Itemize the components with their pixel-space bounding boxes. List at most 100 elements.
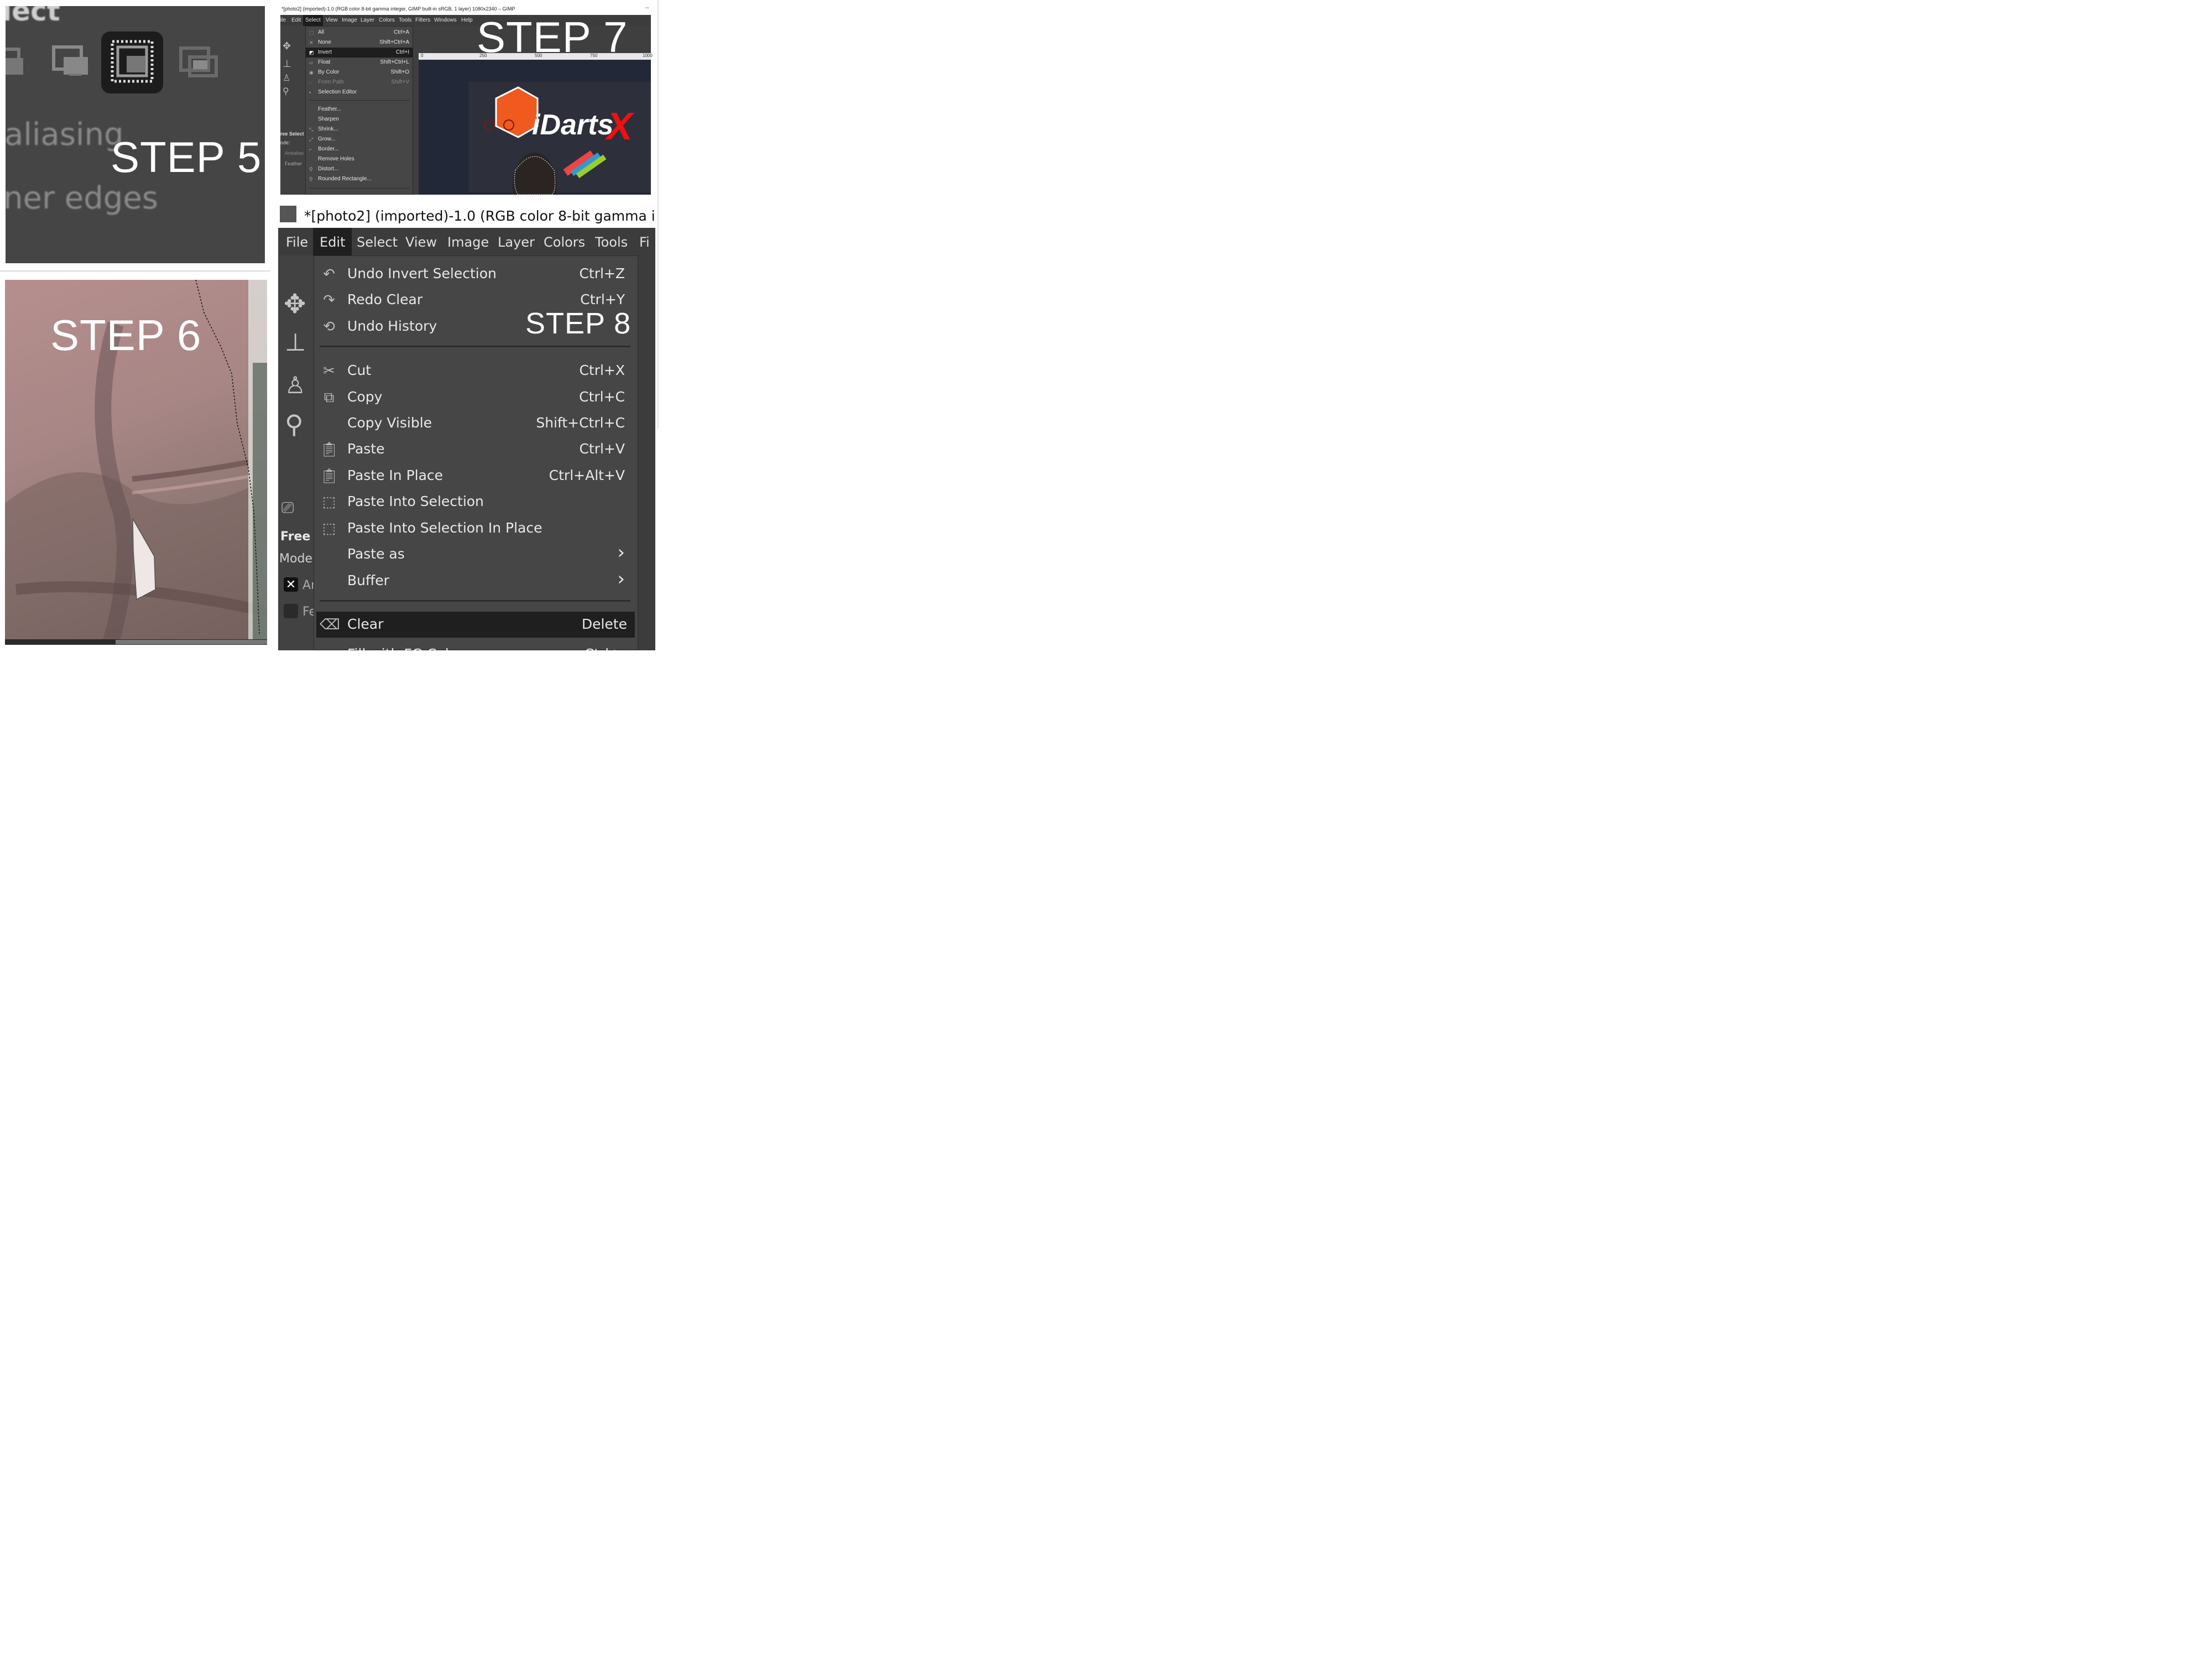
path-icon: ◌ [309,80,312,85]
menu-item-copy[interactable]: ⧉ Copy Ctrl+C [314,384,635,410]
menu-edit[interactable]: Edit [291,17,301,23]
photo-canvas[interactable]: iDarts X [419,60,651,195]
menu-tools[interactable]: Tools [595,234,628,250]
menu-item-label: Sharpen [318,116,339,122]
step-label: STEP 5 [111,133,262,181]
menu-item-label: Float [318,59,331,65]
menu-item-fill-fg[interactable]: ■ Fill with FG Color Ctrl+, [314,641,635,650]
menu-item-selection-editor[interactable]: ▪ Selection Editor [306,87,414,97]
menu-layer[interactable]: Layer [498,234,535,250]
menu-colors[interactable]: Colors [544,234,585,250]
menu-item-paste-as[interactable]: Paste as › [314,541,635,567]
tool-options-tab-icon[interactable]: ⎚ [281,499,294,517]
menu-separator [309,188,410,189]
menu-help[interactable]: Help [461,17,473,23]
menu-item-rounded-rectangle[interactable]: ⚲ Rounded Rectangle... [306,174,414,184]
menu-item-remove-holes[interactable]: Remove Holes [306,154,414,164]
mode-subtract-button[interactable] [101,32,163,93]
menu-item-cut[interactable]: ✂ Cut Ctrl+X [314,358,635,384]
antialias-checkbox[interactable]: ✕ [284,577,298,592]
menu-item-shortcut: Ctrl+Y [580,291,625,307]
move-tool-icon[interactable]: ✥ [284,289,306,320]
menu-item-label: Remove Holes [318,156,354,162]
menu-select[interactable]: Select [357,234,398,250]
menu-item-label: Undo History [347,318,437,334]
menu-item-none[interactable]: ✕ None Shift+Ctrl+A [306,38,414,48]
menu-item-float[interactable]: ▱ Float Shift+Ctrl+L [306,58,414,67]
invert-icon: ◩ [309,50,314,55]
menu-item-label: Fill with FG Color [347,646,463,650]
menu-item-sharpen[interactable]: Sharpen [306,114,414,124]
menu-item-distort[interactable]: ⚲ Distort... [306,164,414,174]
menu-tools[interactable]: Tools [399,17,411,23]
feather-checkbox[interactable] [284,604,298,618]
menu-edit[interactable]: Edit [313,228,352,255]
menu-item-from-path[interactable]: ◌ From Path Shift+V [306,77,414,87]
paste-icon: 📋︎ [320,467,338,484]
menu-separator [309,100,410,101]
menu-item-clear[interactable]: ⌫ Clear Delete [316,612,635,638]
menu-item-label: Paste Into Selection In Place [347,520,542,536]
submenu-arrow-icon: › [617,541,625,564]
menu-item-label: Border... [318,146,339,152]
menu-item-shortcut: Ctrl+A [393,29,409,35]
menu-filters[interactable]: Filters [415,17,430,23]
menu-item-label: Feather... [318,106,342,112]
menu-item-label: Paste [347,441,385,457]
select-none-icon: ✕ [309,40,314,45]
menu-item-label: From Path [318,79,344,85]
clone-tool-icon[interactable]: ♙ [283,72,290,84]
minimize-icon[interactable]: _ [645,1,649,8]
menu-view[interactable]: View [405,234,437,250]
menu-item-label: Grow... [318,136,336,142]
menu-item-buffer[interactable]: Buffer › [314,568,635,594]
mode-intersect-button[interactable] [174,40,224,90]
menu-item-grow[interactable]: ⤢ Grow... [306,134,414,144]
menu-item-paste-into-selection[interactable]: ⬚ Paste Into Selection [314,489,635,515]
copy-icon: ⧉ [324,389,335,405]
menu-file[interactable]: ile [280,17,286,23]
mode-label: ode: [280,140,290,145]
zoom-tool-icon[interactable]: ⚲ [283,86,289,97]
menu-layer[interactable]: Layer [361,17,374,23]
step-label: STEP 6 [50,311,202,359]
menu-item-all[interactable]: ⬚ All Ctrl+A [306,28,414,38]
align-tool-icon[interactable]: ⊥ [285,328,306,357]
align-tool-icon[interactable]: ⊥ [283,58,291,70]
paste-selection-icon: ⬚ [322,493,336,510]
mode-replace-button[interactable] [6,39,33,89]
toolbox: ✥ ⊥ ♙ ⚲ ⎚ Free Mode ✕ Ar Fe [278,255,316,650]
mode-add-button[interactable] [47,39,97,89]
menu-item-label: Paste In Place [347,467,444,483]
menu-item-label: Clear [347,616,384,632]
menu-windows[interactable]: Windows [434,17,457,23]
divider [658,0,659,429]
fill-icon: ■ [320,646,338,650]
menu-select[interactable]: Select [303,15,323,26]
menu-item-invert[interactable]: ◩ Invert Ctrl+I [306,48,414,58]
zoom-tool-icon[interactable]: ⚲ [285,409,304,439]
gimp-app-icon [280,206,296,222]
step7-panel: *[photo2] (imported)-1.0 (RGB color 8-bi… [275,0,656,195]
menu-item-copy-visible[interactable]: Copy Visible Shift+Ctrl+C [314,410,635,436]
menu-colors[interactable]: Colors [379,17,395,23]
move-tool-icon[interactable]: ✥ [283,40,291,52]
clone-tool-icon[interactable]: ♙ [285,372,306,399]
menu-filters[interactable]: Fi [639,234,650,250]
menu-item-paste-into-selection-in-place[interactable]: ⬚ Paste Into Selection In Place [314,515,635,541]
menu-item-paste-in-place[interactable]: 📋︎ Paste In Place Ctrl+Alt+V [314,463,635,489]
menu-view[interactable]: View [326,17,338,23]
menu-image[interactable]: Image [342,17,357,23]
menu-item-by-color[interactable]: ◉ By Color Shift+O [306,67,414,77]
menu-item-shrink[interactable]: ⤡ Shrink... [306,124,414,134]
menu-item-feather[interactable]: Feather... [306,105,414,114]
menu-item-undo[interactable]: ↶ Undo Invert Selection Ctrl+Z [314,261,635,287]
step6-panel: STEP 6 [5,280,267,645]
float-icon: ▱ [309,60,313,65]
menu-item-border[interactable]: ⌐ Border... [306,144,414,154]
menu-file[interactable]: File [286,234,308,250]
menu-image[interactable]: Image [447,234,489,250]
window-title: *[photo2] (imported)-1.0 (RGB color 8-bi… [304,208,655,224]
menu-item-paste[interactable]: 📋︎ Paste Ctrl+V [314,436,635,462]
menu-separator [320,600,630,602]
